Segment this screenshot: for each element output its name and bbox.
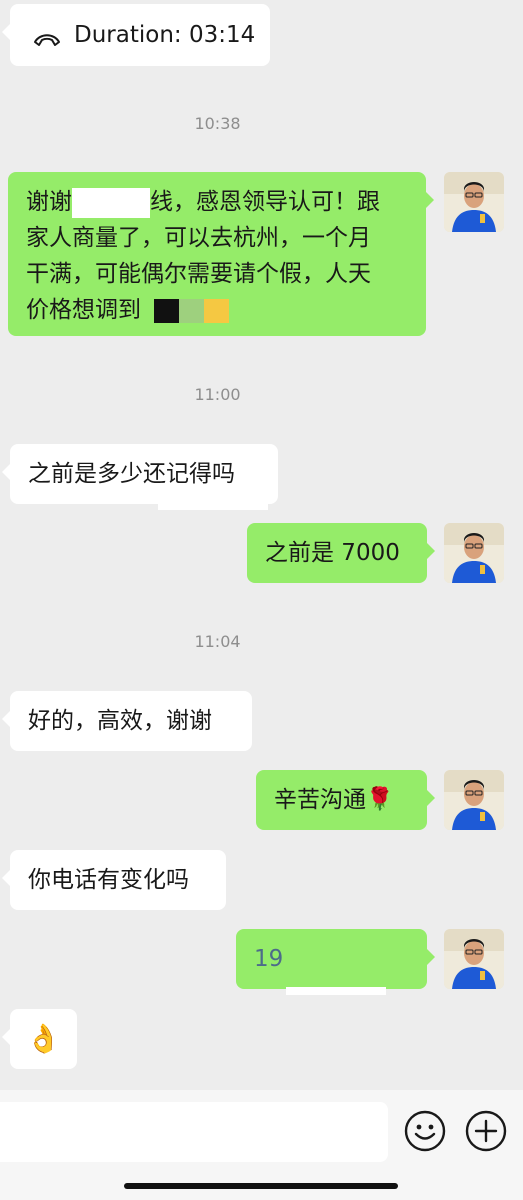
message-bubble-incoming[interactable]: 你电话有变化吗	[2, 850, 226, 910]
redaction-swatch	[204, 298, 230, 323]
message-bubble-outgoing[interactable]: 辛苦沟通 🌹	[256, 770, 435, 830]
call-record-bubble[interactable]: Duration: 03:14	[2, 4, 270, 66]
avatar[interactable]	[444, 523, 504, 583]
message-line: 家人商量了，可以去杭州，一个月	[26, 225, 371, 251]
message-bubble-outgoing[interactable]: 谢谢 线，感恩领导认可！跟 家人商量了，可以去杭州，一个月 干满，可能偶尔需要请个…	[8, 172, 434, 510]
message-input[interactable]	[0, 1102, 388, 1162]
smiley-face-icon	[404, 1110, 446, 1152]
message-bubble-incoming[interactable]: 👌	[2, 1009, 77, 1069]
avatar-image	[444, 523, 504, 583]
avatar[interactable]	[444, 770, 504, 830]
message-line: 谢谢 线，感恩领导认可！跟	[26, 184, 408, 220]
message-line: 干满，可能偶尔需要请个假，人天	[26, 261, 371, 287]
redaction-mask	[286, 987, 386, 995]
plus-circle-icon	[465, 1110, 507, 1152]
chat-area[interactable]: Duration: 03:14 10:38 谢谢 线，感恩领导认可！跟 家人商量了…	[0, 0, 523, 1090]
call-duration-label: Duration: 03:14	[74, 22, 256, 48]
message-text: 19	[254, 946, 284, 972]
avatar[interactable]	[444, 929, 504, 989]
redaction-swatch	[179, 298, 205, 323]
timestamp: 11:00	[194, 385, 241, 404]
message-line: 价格想调到	[26, 292, 408, 328]
ok-hand-emoji: 👌	[26, 1022, 61, 1055]
message-text: 之前是多少还记得吗	[28, 461, 235, 487]
add-button[interactable]	[465, 1110, 507, 1152]
input-toolbar	[0, 1090, 523, 1200]
avatar-image	[444, 172, 504, 232]
message-bubble-outgoing[interactable]: 19	[236, 929, 435, 995]
message-bubble-incoming[interactable]: 之前是多少还记得吗	[2, 444, 278, 504]
message-text: 你电话有变化吗	[28, 867, 189, 893]
redaction-mask	[72, 187, 150, 218]
home-indicator[interactable]	[124, 1183, 398, 1189]
redaction-swatch	[154, 298, 180, 323]
avatar-image	[444, 929, 504, 989]
message-text: 好的，高效，谢谢	[28, 708, 212, 734]
rose-emoji: 🌹	[366, 787, 394, 812]
message-bubble-incoming[interactable]: 好的，高效，谢谢	[2, 691, 252, 751]
phone-hangup-icon	[32, 25, 62, 46]
timestamp: 11:04	[194, 632, 241, 651]
message-text: 辛苦沟通	[274, 787, 366, 813]
message-bubble-outgoing[interactable]: 之前是 7000	[247, 523, 435, 583]
timestamp: 10:38	[194, 114, 241, 133]
avatar-image	[444, 770, 504, 830]
message-text: 之前是 7000	[265, 540, 400, 566]
avatar[interactable]	[444, 172, 504, 232]
emoji-button[interactable]	[404, 1110, 446, 1152]
